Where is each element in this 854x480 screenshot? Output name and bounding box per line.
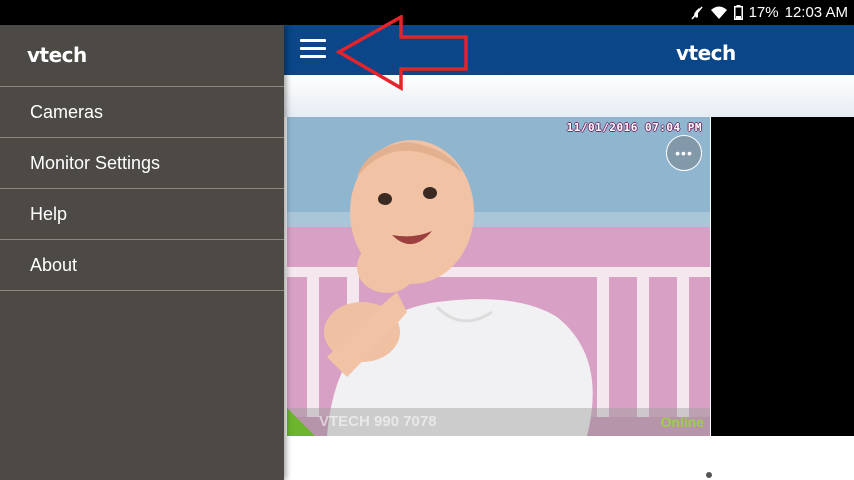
screen: 17% 12:03 AM vtech 11/01/2016 07:04 PM •…: [0, 0, 854, 480]
drawer-item-monitor-settings[interactable]: Monitor Settings: [0, 138, 284, 189]
camera-status: Online: [660, 414, 704, 430]
camera-timestamp: 11/01/2016 07:04 PM: [566, 121, 702, 134]
header-logo: vtech: [676, 41, 736, 65]
page-indicator-dot: [706, 472, 712, 478]
hamburger-menu-icon[interactable]: [298, 37, 328, 63]
battery-percent: 17%: [748, 4, 779, 21]
drawer-logo: vtech: [27, 43, 87, 67]
drawer-item-help[interactable]: Help: [0, 189, 284, 240]
battery-icon: [733, 5, 743, 20]
camera-feed-image: [287, 117, 710, 436]
drawer-menu: Cameras Monitor Settings Help About: [0, 86, 284, 291]
mute-icon: [690, 5, 704, 21]
camera-options-button[interactable]: •••: [666, 135, 702, 171]
camera-name: VTECH 990 7078: [319, 413, 437, 430]
status-icons: 17% 12:03 AM: [690, 0, 848, 25]
navigation-drawer: vtech Cameras Monitor Settings Help Abou…: [0, 25, 284, 480]
clock: 12:03 AM: [784, 4, 848, 21]
wifi-icon: [710, 6, 728, 20]
drawer-item-cameras[interactable]: Cameras: [0, 87, 284, 138]
empty-camera-slot: [711, 117, 854, 436]
camera-corner-marker: [287, 408, 315, 436]
drawer-item-about[interactable]: About: [0, 240, 284, 291]
camera-feed-tile[interactable]: 11/01/2016 07:04 PM ••• VTECH 990 7078 O…: [287, 117, 710, 436]
red-arrow-annotation-icon: [336, 15, 468, 91]
